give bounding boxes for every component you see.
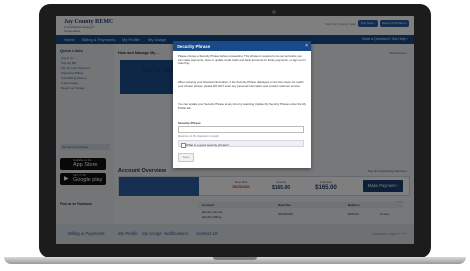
laptop-notch: [213, 257, 257, 260]
security-phrase-input[interactable]: [178, 126, 304, 133]
dialog-paragraph: You can update your Security Phrase at a…: [178, 102, 306, 110]
screen: Jay County REMC A Touchstone Energy® Coo…: [56, 16, 414, 244]
tip-text: What is a good security phrase?: [186, 142, 229, 147]
dialog-paragraph: When entering your financial information…: [178, 80, 304, 88]
close-icon[interactable]: ×: [305, 43, 308, 49]
good-phrase-tip[interactable]: What is a good security phrase?: [178, 140, 304, 148]
security-phrase-dialog: Security Phrase × Please choose a Securi…: [173, 41, 311, 168]
max-length-hint: Maximum of 25 characters in length: [178, 135, 220, 138]
dialog-title: Security Phrase: [177, 43, 211, 49]
save-button[interactable]: Save: [178, 153, 194, 162]
dialog-paragraph: Please choose a Security Phrase before p…: [178, 54, 306, 65]
security-phrase-label: Security Phrase: [178, 121, 201, 125]
camera-icon: [272, 10, 276, 14]
dialog-header: Security Phrase ×: [173, 41, 311, 51]
